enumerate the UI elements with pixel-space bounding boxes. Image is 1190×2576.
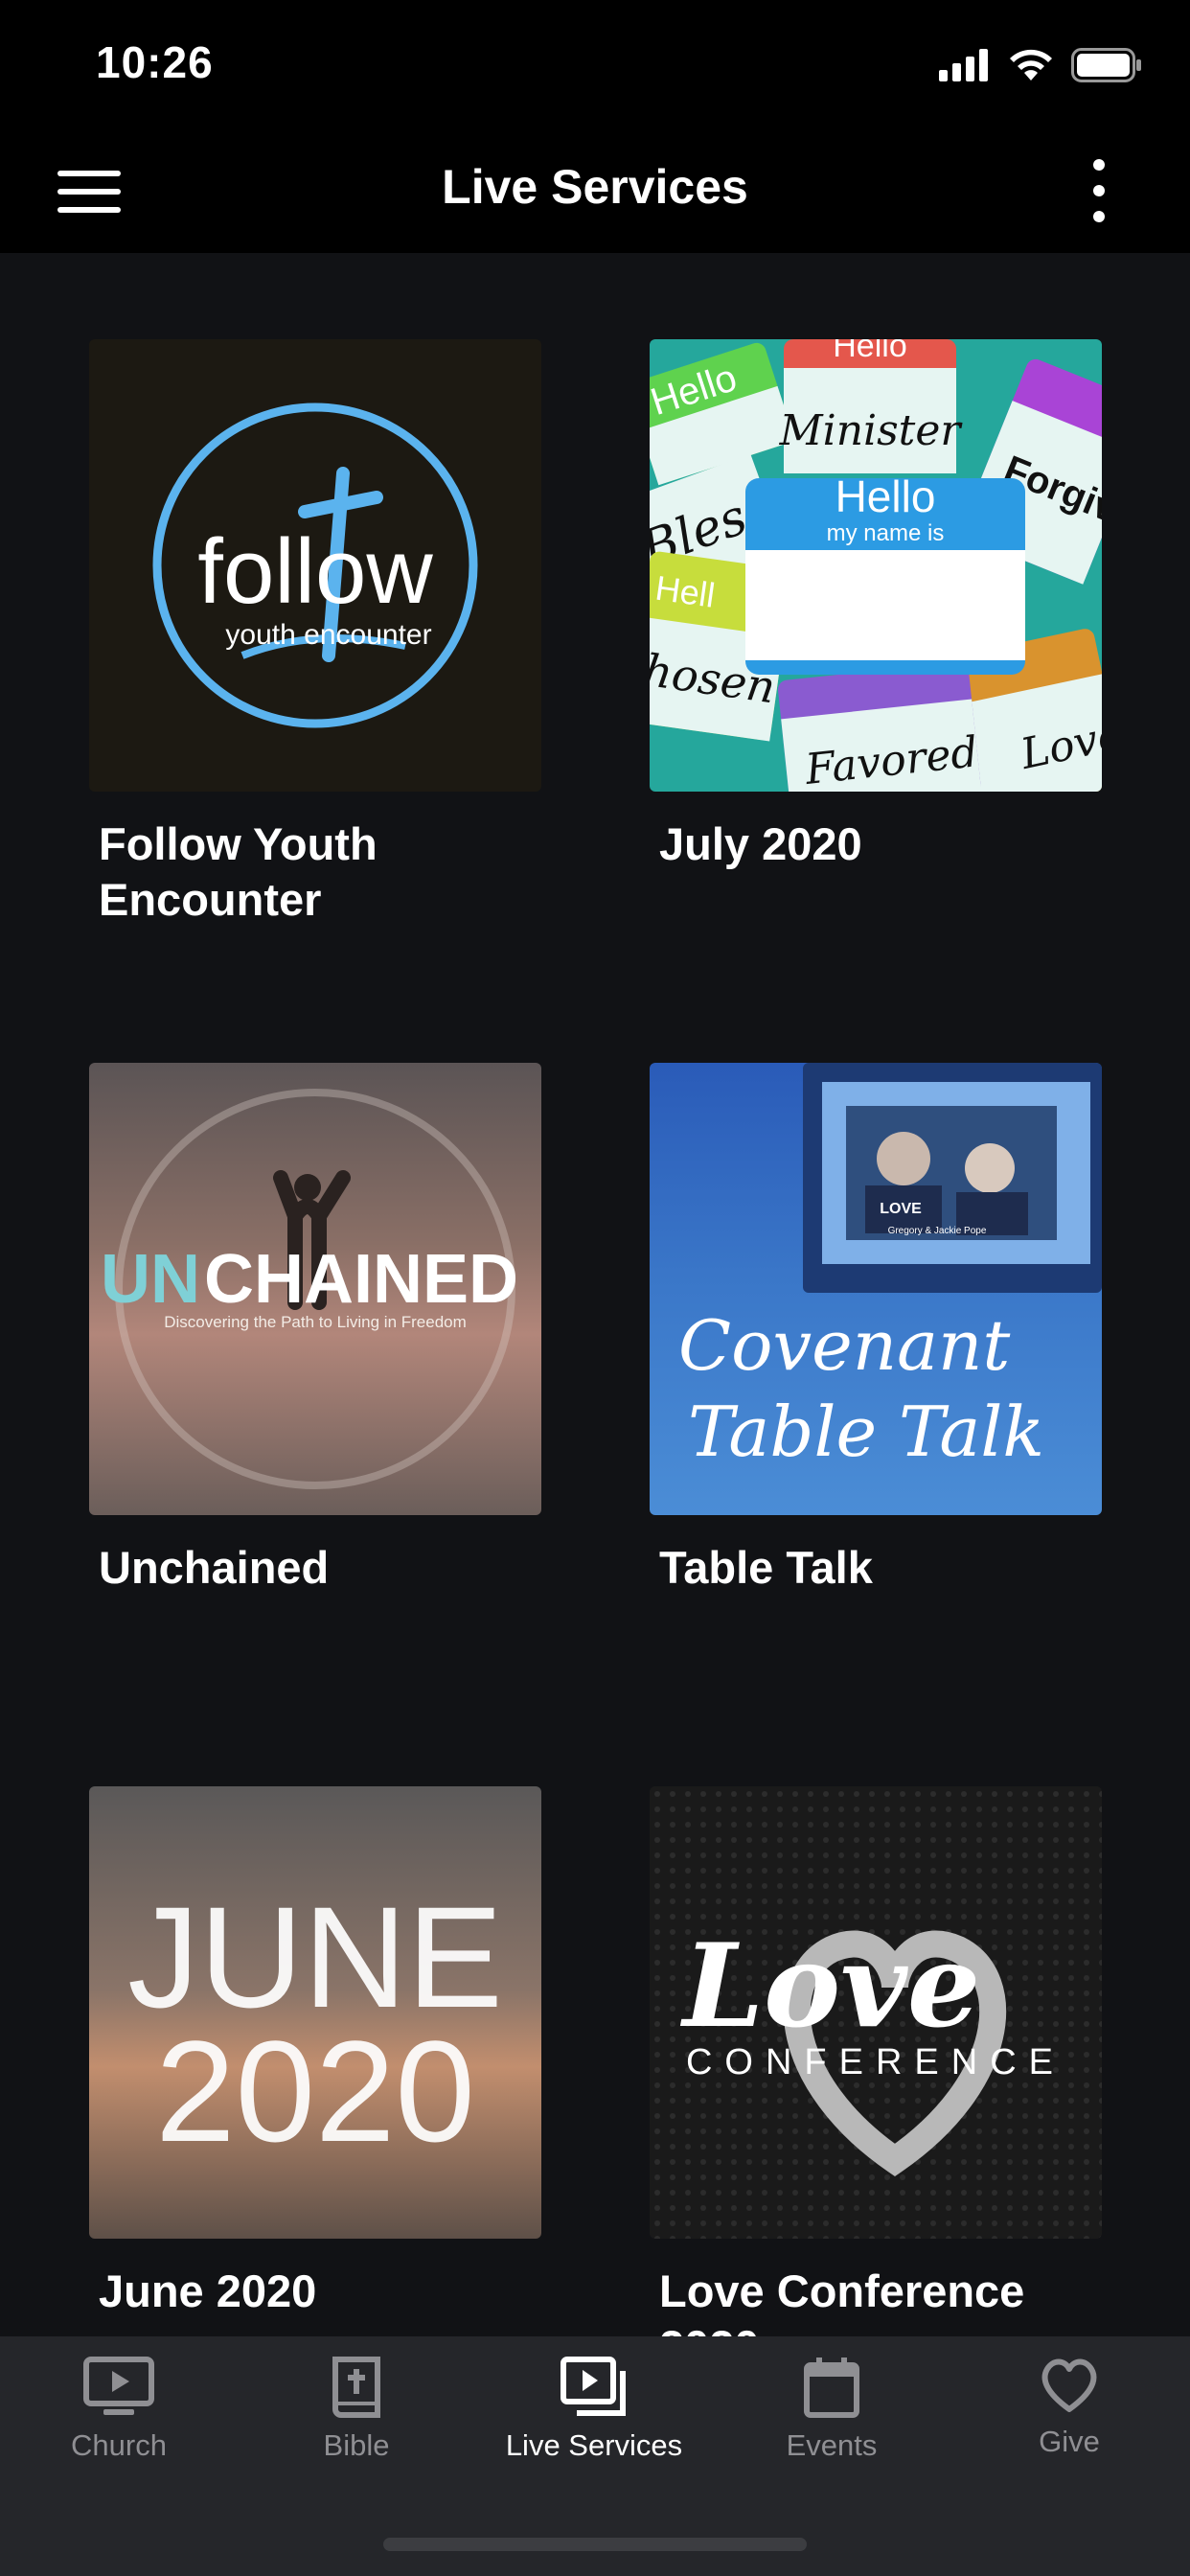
tab-label: Bible xyxy=(323,2428,390,2462)
card-title: Unchained xyxy=(99,1542,330,1593)
wifi-icon xyxy=(1010,49,1052,80)
status-bar: 10:26 xyxy=(0,0,1190,134)
june-2020-art: JUNE 2020 xyxy=(127,1876,503,2172)
tv-play-icon xyxy=(83,2357,154,2415)
service-card-june-2020[interactable]: JUNE 2020 June 2020 xyxy=(89,1786,541,2319)
service-card-love-conference[interactable]: Love CONFERENCE Love Conference 2020 xyxy=(650,1786,1102,2375)
art-text-un: UN xyxy=(101,1241,200,1318)
table-talk-art: LOVE Gregory & Jackie Pope Covenant Tabl… xyxy=(678,1063,1102,1472)
tab-label: Church xyxy=(71,2428,167,2462)
art-text-chained: CHAINED xyxy=(204,1241,518,1318)
art-text-youth-encounter: youth encounter xyxy=(225,619,431,651)
service-card-follow-youth-encounter[interactable]: follow youth encounter Follow Youth Enco… xyxy=(89,339,541,928)
card-thumbnail: Love CONFERENCE xyxy=(650,1786,1102,2239)
tab-live-services[interactable]: Live Services xyxy=(475,2356,713,2499)
card-thumbnail: JUNE 2020 xyxy=(89,1786,541,2239)
art-text-2020: 2020 xyxy=(155,2011,475,2172)
home-indicator[interactable] xyxy=(383,2538,807,2551)
navigation-bar: Live Services xyxy=(0,134,1190,253)
bible-icon xyxy=(332,2357,380,2418)
card-thumbnail: follow youth encounter xyxy=(89,339,541,792)
card-thumbnail: UN CHAINED Discovering the Path to Livin… xyxy=(89,1063,541,1515)
tab-label: Give xyxy=(1039,2425,1100,2458)
art-text-love: Love xyxy=(680,1919,981,2054)
follow-logo-art: follow youth encounter xyxy=(152,402,478,728)
card-thumbnail: LOVE Gregory & Jackie Pope Covenant Tabl… xyxy=(650,1063,1102,1515)
service-card-july-2020[interactable]: Hello Hello Minister Forgiven Blesse Hel… xyxy=(650,339,1102,872)
art-text-love-shirt: LOVE xyxy=(880,1201,922,1217)
svg-text:Minister: Minister xyxy=(779,406,964,455)
cellular-signal-icon xyxy=(939,49,988,81)
battery-icon xyxy=(1071,48,1141,82)
svg-text:Hello: Hello xyxy=(833,339,906,364)
service-card-table-talk[interactable]: LOVE Gregory & Jackie Pope Covenant Tabl… xyxy=(650,1063,1102,1596)
art-text-hello: Hello xyxy=(835,472,936,521)
card-title: Table Talk xyxy=(659,1542,873,1593)
status-time: 10:26 xyxy=(96,37,214,87)
unchained-art: UN CHAINED Discovering the Path to Livin… xyxy=(101,1089,518,1489)
video-library-icon xyxy=(561,2357,626,2416)
service-card-unchained[interactable]: UN CHAINED Discovering the Path to Livin… xyxy=(89,1063,541,1596)
tab-bible[interactable]: Bible xyxy=(238,2356,475,2499)
tab-events[interactable]: Events xyxy=(713,2356,950,2499)
tab-church[interactable]: Church xyxy=(0,2356,238,2499)
art-text-follow: follow xyxy=(197,520,433,623)
art-text-tagline: Discovering the Path to Living in Freedo… xyxy=(164,1313,467,1331)
art-text-my-name-is: my name is xyxy=(827,520,945,546)
more-options-button[interactable] xyxy=(1085,159,1113,222)
status-icons xyxy=(939,42,1142,88)
calendar-icon xyxy=(804,2358,859,2418)
card-thumbnail: Hello Hello Minister Forgiven Blesse Hel… xyxy=(650,339,1102,792)
more-vertical-icon xyxy=(1093,159,1105,171)
art-text-names: Gregory & Jackie Pope xyxy=(888,1226,987,1236)
card-title: June 2020 xyxy=(99,2266,317,2316)
love-conference-art: Love CONFERENCE xyxy=(650,1786,1102,2239)
heart-icon xyxy=(1041,2358,1097,2412)
art-text-conference: CONFERENCE xyxy=(686,2042,1065,2082)
card-title: July 2020 xyxy=(659,818,862,869)
art-text-table-talk: Table Talk xyxy=(688,1392,1044,1472)
art-text-covenant: Covenant xyxy=(678,1305,1011,1386)
name-tags-art: Hello Hello Minister Forgiven Blesse Hel… xyxy=(650,339,1102,792)
tab-label: Events xyxy=(786,2428,878,2462)
card-title: Follow Youth Encounter xyxy=(99,818,378,925)
tab-label: Live Services xyxy=(505,2428,683,2462)
svg-text:Hell: Hell xyxy=(652,568,717,615)
tab-give[interactable]: Give xyxy=(950,2356,1188,2499)
page-title: Live Services xyxy=(442,160,748,214)
